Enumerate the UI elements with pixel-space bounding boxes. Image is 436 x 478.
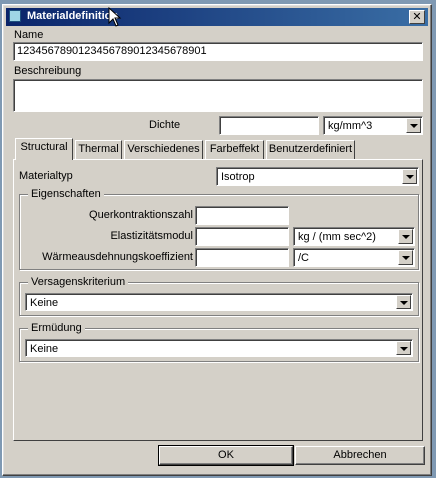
- poisson-label: Querkontraktionszahl: [89, 209, 193, 221]
- chevron-down-icon[interactable]: [396, 295, 411, 309]
- failure-criterion-group-label: Versagenskriterium: [28, 276, 129, 288]
- description-input[interactable]: [13, 79, 423, 112]
- youngs-modulus-label: Elastizitätsmodul: [110, 230, 193, 242]
- tab-verschiedenes[interactable]: Verschiedenes: [124, 140, 203, 159]
- ok-button[interactable]: OK: [158, 445, 294, 466]
- window-title: Materialdefinition: [27, 10, 119, 22]
- window-icon: [9, 10, 21, 22]
- chevron-down-icon[interactable]: [398, 229, 413, 244]
- chevron-down-icon[interactable]: [396, 341, 411, 355]
- fatigue-value: Keine: [30, 343, 59, 355]
- properties-group-label: Eigenschaften: [28, 188, 104, 200]
- close-button[interactable]: ✕: [409, 10, 425, 24]
- fatigue-select[interactable]: Keine: [25, 339, 413, 357]
- name-label: Name: [14, 29, 44, 41]
- material-type-select[interactable]: Isotrop: [216, 167, 419, 186]
- fatigue-group-label: Ermüdung: [28, 322, 85, 334]
- youngs-modulus-unit-value: kg / (mm sec^2): [298, 231, 376, 243]
- failure-criterion-value: Keine: [30, 297, 59, 309]
- thermal-expansion-label: Wärmeausdehnungskoeffizient: [42, 251, 193, 263]
- thermal-expansion-input[interactable]: [195, 248, 289, 267]
- tab-structural[interactable]: Structural: [15, 138, 73, 160]
- thermal-expansion-unit-select[interactable]: /C: [293, 248, 415, 267]
- thermal-expansion-unit-value: /C: [298, 252, 309, 264]
- tab-benutzerdefiniert[interactable]: Benutzerdefiniert: [266, 140, 355, 159]
- mouse-pointer-icon: [108, 7, 122, 27]
- failure-criterion-select[interactable]: Keine: [25, 293, 413, 311]
- density-unit-select[interactable]: kg/mm^3: [323, 116, 423, 135]
- material-definition-dialog: Materialdefinition ✕ Name 12345678901234…: [2, 4, 432, 476]
- cancel-button[interactable]: Abbrechen: [295, 446, 425, 465]
- youngs-modulus-unit-select[interactable]: kg / (mm sec^2): [293, 227, 415, 246]
- title-bar[interactable]: Materialdefinition ✕: [6, 8, 428, 26]
- tab-thermal[interactable]: Thermal: [75, 140, 122, 159]
- properties-group: Eigenschaften Querkontraktionszahl Elast…: [19, 188, 419, 270]
- description-label: Beschreibung: [14, 65, 82, 77]
- tab-panel-structural: Materialtyp Isotrop Eigenschaften Querko…: [13, 159, 423, 441]
- tab-farbeffekt[interactable]: Farbeffekt: [205, 140, 264, 159]
- material-type-value: Isotrop: [221, 171, 255, 183]
- density-unit-value: kg/mm^3: [328, 120, 373, 132]
- youngs-modulus-input[interactable]: [195, 227, 289, 246]
- chevron-down-icon[interactable]: [406, 118, 421, 133]
- failure-criterion-group: Versagenskriterium Keine: [19, 276, 419, 316]
- name-input[interactable]: 1234567890123456789012345678901: [13, 42, 423, 61]
- density-label: Dichte: [149, 119, 181, 131]
- poisson-input[interactable]: [195, 206, 289, 225]
- material-type-label: Materialtyp: [19, 170, 73, 182]
- chevron-down-icon[interactable]: [398, 250, 413, 265]
- chevron-down-icon[interactable]: [402, 169, 417, 184]
- fatigue-group: Ermüdung Keine: [19, 322, 419, 362]
- density-input[interactable]: [219, 116, 319, 135]
